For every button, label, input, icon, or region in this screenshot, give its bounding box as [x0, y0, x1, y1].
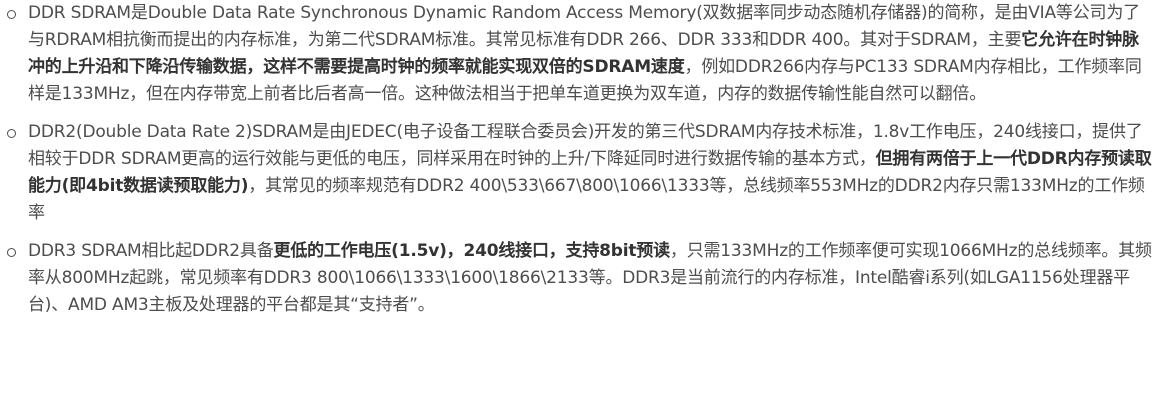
- list-item-ddr: DDR SDRAM是Double Data Rate Synchronous D…: [0, 0, 1158, 108]
- hollow-circle-bullet-icon: [7, 129, 16, 138]
- bullet-list: DDR SDRAM是Double Data Rate Synchronous D…: [0, 0, 1158, 319]
- list-item-ddr2: DDR2(Double Data Rate 2)SDRAM是由JEDEC(电子设…: [0, 119, 1158, 227]
- bold-highlight-text: 更低的工作电压(1.5v)，240线接口，支持8bit预读: [273, 241, 671, 261]
- paragraph-text: DDR SDRAM是Double Data Rate Synchronous D…: [28, 3, 1140, 50]
- hollow-circle-bullet-icon: [7, 10, 16, 19]
- article-body: DDR SDRAM是Double Data Rate Synchronous D…: [0, 0, 1158, 408]
- paragraph-text: DDR3 SDRAM相比起DDR2具备: [28, 241, 274, 261]
- list-item-ddr3: DDR3 SDRAM相比起DDR2具备更低的工作电压(1.5v)，240线接口，…: [0, 238, 1158, 319]
- hollow-circle-bullet-icon: [7, 248, 16, 257]
